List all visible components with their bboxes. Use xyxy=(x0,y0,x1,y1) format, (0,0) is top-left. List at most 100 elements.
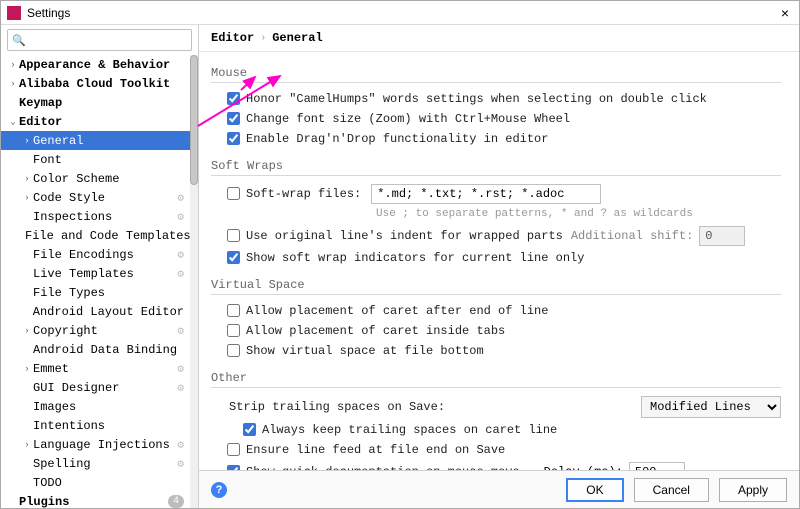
tree-node-label: File and Code Templates xyxy=(25,229,191,243)
tree-node-language-injections[interactable]: ›Language Injections⚙ xyxy=(1,435,198,454)
input-soft-wrap-patterns[interactable] xyxy=(371,184,601,204)
ok-button[interactable]: OK xyxy=(566,478,623,502)
badge-count: 4 xyxy=(168,495,184,508)
hint-wrap-patterns: Use ; to separate patterns, * and ? as w… xyxy=(211,206,781,224)
chevron-icon: › xyxy=(23,193,31,203)
tree-node-todo[interactable]: TODO xyxy=(1,473,198,492)
tree-node-label: Android Data Binding xyxy=(33,343,177,357)
tree-node-label: Live Templates xyxy=(33,267,134,281)
checkbox-wrap-indicators[interactable]: Show soft wrap indicators for current li… xyxy=(227,250,584,266)
checkbox-keep-trailing-caret[interactable]: Always keep trailing spaces on caret lin… xyxy=(243,422,557,438)
tree-node-copyright[interactable]: ›Copyright⚙ xyxy=(1,321,198,340)
group-mouse: Mouse xyxy=(211,62,781,83)
tree-node-plugins[interactable]: Plugins 4 xyxy=(1,492,198,508)
gear-icon: ⚙ xyxy=(177,210,184,224)
label-additional-shift: Additional shift: xyxy=(571,228,693,244)
tree-node-label: Android Layout Editor xyxy=(33,305,184,319)
breadcrumb: Editor › General xyxy=(199,25,799,52)
tree-node-label: Intentions xyxy=(33,419,105,433)
tree-node-android-layout-editor[interactable]: Android Layout Editor xyxy=(1,302,198,321)
checkbox-ensure-linefeed[interactable]: Ensure line feed at file end on Save xyxy=(227,442,505,458)
tree-node-keymap[interactable]: Keymap xyxy=(1,93,198,112)
tree-node-label: Keymap xyxy=(19,96,62,110)
group-soft-wraps: Soft Wraps xyxy=(211,155,781,176)
gear-icon: ⚙ xyxy=(177,457,184,471)
chevron-icon: › xyxy=(23,174,31,184)
checkbox-caret-inside-tabs[interactable]: Allow placement of caret inside tabs xyxy=(227,323,505,339)
chevron-icon: › xyxy=(23,136,31,146)
tree-node-label: GUI Designer xyxy=(33,381,119,395)
gear-icon: ⚙ xyxy=(177,381,184,395)
tree-scroll-thumb[interactable] xyxy=(190,55,198,185)
sidebar: 🔍 ›Appearance & Behavior›Alibaba Cloud T… xyxy=(1,25,199,508)
tree-node-label: Spelling xyxy=(33,457,91,471)
content: Mouse Honor "CamelHumps" words settings … xyxy=(199,52,799,470)
tree-node-label: Font xyxy=(33,153,62,167)
main-panel: Editor › General Mouse Honor "CamelHumps… xyxy=(199,25,799,508)
checkbox-soft-wrap-files[interactable]: Soft-wrap files: xyxy=(227,186,361,202)
gear-icon: ⚙ xyxy=(177,324,184,338)
breadcrumb-editor[interactable]: Editor xyxy=(211,31,254,45)
chevron-icon: › xyxy=(9,60,17,70)
body: 🔍 ›Appearance & Behavior›Alibaba Cloud T… xyxy=(1,25,799,508)
tree-node-file-encodings[interactable]: File Encodings⚙ xyxy=(1,245,198,264)
settings-window: Settings × 🔍 ›Appearance & Behavior›Alib… xyxy=(0,0,800,509)
tree-node-alibaba-cloud-toolkit[interactable]: ›Alibaba Cloud Toolkit xyxy=(1,74,198,93)
tree-node-intentions[interactable]: Intentions xyxy=(1,416,198,435)
cancel-button[interactable]: Cancel xyxy=(634,478,709,502)
group-other: Other xyxy=(211,367,781,388)
checkbox-original-indent[interactable]: Use original line's indent for wrapped p… xyxy=(227,228,563,244)
tree-node-general[interactable]: ›General xyxy=(1,131,198,150)
tree-node-label: Alibaba Cloud Toolkit xyxy=(19,77,170,91)
tree-node-label: File Types xyxy=(33,286,105,300)
chevron-icon: › xyxy=(23,364,31,374)
tree-node-label: Inspections xyxy=(33,210,112,224)
chevron-icon: ⌄ xyxy=(9,117,17,127)
tree-node-inspections[interactable]: Inspections ⚙ xyxy=(1,207,198,226)
tree-node-appearance-behavior[interactable]: ›Appearance & Behavior xyxy=(1,55,198,74)
tree-node-android-data-binding[interactable]: Android Data Binding xyxy=(1,340,198,359)
tree-node-emmet[interactable]: ›Emmet ⚙ xyxy=(1,359,198,378)
settings-tree[interactable]: ›Appearance & Behavior›Alibaba Cloud Too… xyxy=(1,55,198,508)
apply-button[interactable]: Apply xyxy=(719,478,787,502)
tree-node-editor[interactable]: ⌄Editor xyxy=(1,112,198,131)
breadcrumb-general[interactable]: General xyxy=(272,31,322,45)
input-delay-ms[interactable] xyxy=(629,462,685,470)
tree-node-label: Code Style xyxy=(33,191,105,205)
app-icon xyxy=(7,6,21,20)
tree-node-font[interactable]: Font xyxy=(1,150,198,169)
tree-node-label: TODO xyxy=(33,476,62,490)
checkbox-honor-camelhumps[interactable]: Honor "CamelHumps" words settings when s… xyxy=(227,91,707,107)
checkbox-drag-n-drop[interactable]: Enable Drag'n'Drop functionality in edit… xyxy=(227,131,548,147)
titlebar: Settings × xyxy=(1,1,799,25)
checkbox-change-font-zoom[interactable]: Change font size (Zoom) with Ctrl+Mouse … xyxy=(227,111,570,127)
tree-node-spelling[interactable]: Spelling ⚙ xyxy=(1,454,198,473)
tree-node-images[interactable]: Images xyxy=(1,397,198,416)
select-strip-trailing[interactable]: Modified Lines xyxy=(641,396,781,418)
search-input[interactable] xyxy=(7,29,192,51)
tree-node-label: Emmet xyxy=(33,362,69,376)
tree-node-color-scheme[interactable]: ›Color Scheme xyxy=(1,169,198,188)
tree-node-code-style[interactable]: ›Code Style ⚙ xyxy=(1,188,198,207)
tree-node-gui-designer[interactable]: GUI Designer ⚙ xyxy=(1,378,198,397)
tree-node-label: Plugins xyxy=(19,495,69,509)
window-title: Settings xyxy=(27,6,70,20)
chevron-icon: › xyxy=(23,440,31,450)
tree-node-label: Language Injections xyxy=(33,438,170,452)
help-icon[interactable]: ? xyxy=(211,482,227,498)
chevron-icon: › xyxy=(9,79,17,89)
tree-node-label: Images xyxy=(33,400,76,414)
tree-node-label: Appearance & Behavior xyxy=(19,58,170,72)
close-icon[interactable]: × xyxy=(777,5,793,21)
tree-node-file-types[interactable]: File Types xyxy=(1,283,198,302)
gear-icon: ⚙ xyxy=(177,248,184,262)
checkbox-caret-after-eol[interactable]: Allow placement of caret after end of li… xyxy=(227,303,548,319)
tree-node-label: Color Scheme xyxy=(33,172,119,186)
checkbox-virtual-space-bottom[interactable]: Show virtual space at file bottom xyxy=(227,343,484,359)
gear-icon: ⚙ xyxy=(177,191,184,205)
tree-scrollbar[interactable] xyxy=(190,55,198,508)
gear-icon: ⚙ xyxy=(177,362,184,376)
tree-node-label: Copyright xyxy=(33,324,98,338)
tree-node-live-templates[interactable]: Live Templates⚙ xyxy=(1,264,198,283)
tree-node-file-and-code-templates[interactable]: File and Code Templates⚙ xyxy=(1,226,198,245)
